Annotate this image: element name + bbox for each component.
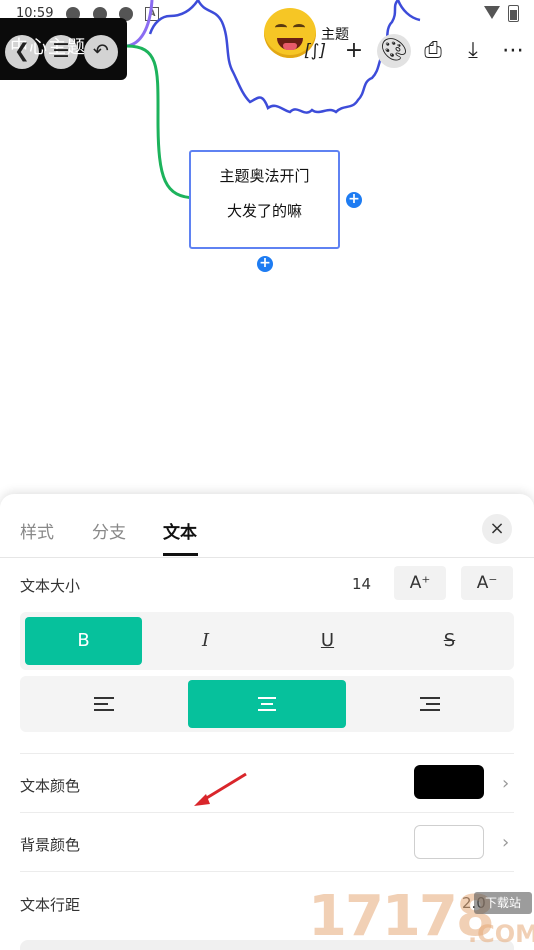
chevron-left-icon: ❮ bbox=[14, 40, 30, 62]
save-icon: ⎙ bbox=[424, 38, 442, 63]
underline-button[interactable]: U bbox=[269, 617, 386, 665]
add-child-button[interactable]: + bbox=[346, 192, 362, 208]
style-palette-button[interactable]: 🎨︎ bbox=[377, 34, 411, 68]
bg-color-swatch[interactable] bbox=[414, 825, 484, 859]
text-color-swatch[interactable] bbox=[414, 765, 484, 799]
divider bbox=[20, 871, 514, 872]
tab-style[interactable]: 样式 bbox=[20, 518, 54, 543]
close-panel-button[interactable]: × bbox=[482, 514, 512, 544]
strikethrough-button[interactable]: S bbox=[391, 617, 508, 665]
tab-divider bbox=[0, 557, 534, 558]
undo-button[interactable]: ↶ bbox=[84, 35, 118, 69]
align-right-button[interactable] bbox=[351, 680, 509, 728]
chevron-right-icon: › bbox=[502, 832, 510, 853]
tab-text[interactable]: 文本 bbox=[163, 518, 197, 543]
cloud-boundary-left bbox=[148, 0, 200, 35]
undo-icon: ↶ bbox=[93, 40, 109, 62]
back-button[interactable]: ❮ bbox=[5, 35, 39, 69]
add-topic-button[interactable]: + bbox=[337, 34, 371, 68]
bg-color-label: 背景颜色 bbox=[20, 836, 81, 854]
selected-topic-node[interactable]: 主题奥法开门 大发了的嘛 bbox=[189, 150, 340, 249]
align-center-icon bbox=[257, 697, 277, 711]
strikethrough-icon: S bbox=[443, 630, 456, 651]
bold-button[interactable]: B bbox=[25, 617, 142, 665]
outline-button[interactable]: ☰ bbox=[44, 35, 78, 69]
underline-icon: U bbox=[320, 630, 335, 651]
italic-icon: I bbox=[201, 630, 210, 651]
formula-icon: [∫] bbox=[303, 41, 327, 61]
decrease-font-button[interactable]: A⁻ bbox=[461, 566, 513, 600]
formula-button[interactable]: [∫] bbox=[298, 34, 332, 68]
align-left-icon bbox=[94, 697, 114, 711]
text-color-label: 文本颜色 bbox=[20, 777, 81, 795]
chevron-right-icon: › bbox=[502, 773, 510, 794]
plus-icon: + bbox=[259, 255, 271, 271]
watermark-badge: 下载站 bbox=[474, 892, 532, 914]
text-size-label: 文本大小 bbox=[20, 577, 81, 595]
branch-green bbox=[126, 44, 196, 200]
more-icon: ⋯ bbox=[502, 38, 524, 63]
line-spacing-label: 文本行距 bbox=[20, 896, 81, 914]
font-decrease-icon: A⁻ bbox=[476, 573, 498, 593]
increase-font-button[interactable]: A⁺ bbox=[394, 566, 446, 600]
topic-text-line: 大发了的嘛 bbox=[226, 202, 302, 220]
download-icon: ⤓ bbox=[468, 38, 478, 63]
text-size-value: 14 bbox=[352, 575, 372, 593]
watermark-logo: 17178 bbox=[308, 884, 495, 949]
watermark-suffix: .COM bbox=[468, 920, 534, 948]
annotation-arrow bbox=[194, 772, 247, 806]
active-tab-indicator bbox=[163, 553, 198, 556]
branch-purple bbox=[126, 0, 154, 48]
cloud-boundary-right bbox=[396, 0, 421, 22]
align-right-icon bbox=[420, 697, 440, 711]
align-left-button[interactable] bbox=[25, 680, 183, 728]
list-icon: ☰ bbox=[52, 40, 70, 62]
download-button[interactable]: ⤓ bbox=[456, 34, 490, 68]
bold-icon: B bbox=[77, 630, 90, 651]
topic-text-line: 主题奥法开门 bbox=[219, 167, 310, 185]
italic-button[interactable]: I bbox=[147, 617, 264, 665]
palette-icon: 🎨︎ bbox=[380, 38, 408, 63]
close-icon: × bbox=[489, 518, 505, 539]
more-button[interactable]: ⋯ bbox=[496, 34, 530, 68]
align-center-button[interactable] bbox=[188, 680, 346, 728]
font-increase-icon: A⁺ bbox=[409, 573, 431, 593]
plus-icon: + bbox=[344, 38, 364, 63]
plus-icon: + bbox=[348, 191, 360, 207]
add-sibling-button[interactable]: + bbox=[257, 256, 273, 272]
tab-branch[interactable]: 分支 bbox=[92, 518, 126, 543]
save-button[interactable]: ⎙ bbox=[416, 34, 450, 68]
